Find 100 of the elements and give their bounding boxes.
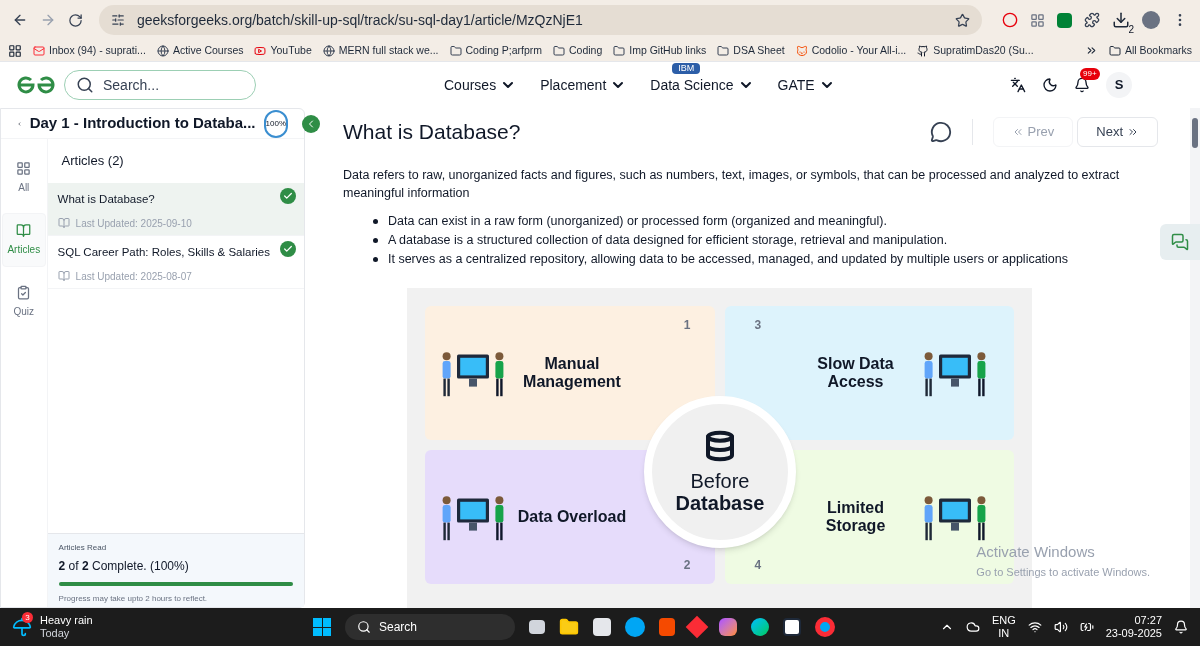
- reload-icon[interactable]: [68, 12, 83, 28]
- weather-subtitle: Today: [40, 627, 71, 640]
- back-icon[interactable]: [12, 12, 28, 28]
- panel-number: 4: [754, 556, 762, 574]
- ibm-badge: IBM: [672, 62, 701, 74]
- book-icon: [16, 223, 32, 238]
- translate-icon[interactable]: [1010, 77, 1026, 93]
- download-count: 2: [1128, 23, 1134, 37]
- book-icon: [57, 217, 70, 230]
- bullet-text: Data can exist in a raw form (unorganized) or processed form (organized and meaningful).: [388, 212, 887, 230]
- download-icon[interactable]: [1112, 11, 1130, 29]
- course-title: Day 1 - Introduction to Databa...: [29, 113, 256, 134]
- extensions-icon[interactable]: [1084, 12, 1100, 28]
- book-icon: [57, 270, 70, 283]
- site-info-icon[interactable]: [111, 13, 125, 27]
- article-list-item[interactable]: What is Database? Last Updated: 2025-09-10: [47, 182, 304, 236]
- folder-icon: [717, 44, 730, 57]
- dark-mode-icon[interactable]: [1042, 77, 1058, 93]
- panel-title: Slow Data Access: [816, 354, 895, 391]
- start-icon[interactable]: [313, 618, 331, 636]
- progress-heading: Articles Read: [58, 542, 107, 554]
- user-avatar[interactable]: S: [1106, 72, 1132, 98]
- address-bar[interactable]: geeksforgeeks.org/batch/skill-up-sql/track/su-sql-day1/article/MzQzNjE1: [99, 5, 982, 35]
- grid-icon: [16, 161, 32, 176]
- progress-note: Progress may take upto 2 hours to reflect.: [58, 593, 208, 605]
- search-field[interactable]: Search...: [64, 70, 256, 100]
- scrollbar-thumb[interactable]: [1192, 118, 1198, 148]
- language-indicator[interactable]: IN: [998, 627, 1010, 640]
- next-button[interactable]: Next: [1077, 116, 1158, 147]
- check-icon: [280, 240, 296, 257]
- bookmark-link[interactable]: Active Courses: [156, 42, 244, 59]
- clock-time[interactable]: 07:27: [1134, 614, 1162, 627]
- chat-icon: [1171, 233, 1189, 251]
- articles-heading: Articles (2): [60, 152, 125, 170]
- taskbar-search[interactable]: Search: [345, 614, 515, 640]
- nav-menu[interactable]: GATE: [777, 74, 835, 96]
- notification-icon[interactable]: [1174, 620, 1188, 634]
- globe-icon: [322, 44, 335, 57]
- bookmark-link[interactable]: Codolio - Your All-i...: [795, 42, 907, 59]
- folder-icon: [449, 44, 462, 57]
- nav-menu[interactable]: Placement: [540, 74, 627, 96]
- weather-title: Heavy rain: [40, 614, 93, 627]
- bookmark-link[interactable]: Coding P;arfprm: [449, 42, 542, 59]
- database-icon: [704, 429, 736, 462]
- all-bookmarks-link[interactable]: All Bookmarks: [1108, 42, 1192, 59]
- center-subtitle: Database: [675, 491, 765, 514]
- bookmark-link[interactable]: Imp GitHub links: [613, 42, 707, 59]
- bullet-icon: [373, 256, 378, 262]
- notification-badge: 99+: [1080, 68, 1100, 80]
- nav-menu[interactable]: Data Science: [650, 74, 754, 96]
- bookmark-link[interactable]: Inbox (94) - suprati...: [33, 42, 146, 59]
- bookmark-star-icon[interactable]: [955, 12, 970, 28]
- panel-number: 1: [683, 316, 691, 334]
- volume-icon[interactable]: [1053, 620, 1068, 634]
- weather-badge: 3: [22, 612, 33, 623]
- extension-icon[interactable]: [1002, 12, 1018, 28]
- panel-title: Limited Storage: [824, 498, 887, 535]
- wifi-icon[interactable]: [1027, 620, 1042, 634]
- bookmark-link[interactable]: YouTube: [254, 42, 312, 59]
- mail-icon: [33, 44, 45, 57]
- clipboard-icon: [16, 285, 32, 300]
- comment-icon[interactable]: [929, 120, 952, 143]
- language-indicator[interactable]: ENG: [991, 614, 1016, 627]
- bookmark-link[interactable]: MERN full stack we...: [322, 42, 439, 59]
- apps-icon[interactable]: [8, 43, 22, 58]
- center-title: Before: [690, 469, 750, 492]
- folder-icon: [553, 44, 565, 57]
- bookmark-link[interactable]: SupratimDas20 (Su...: [917, 42, 1034, 59]
- panel-number: 2: [683, 556, 691, 574]
- sidebar-tab[interactable]: All: [1, 151, 46, 205]
- umbrella-icon[interactable]: [12, 617, 32, 637]
- bullet-text: It serves as a centralized repository, allowing data to be accessed, managed, and updated by multiple users or applications: [388, 250, 1069, 268]
- notification-icon[interactable]: [1074, 77, 1090, 93]
- cloud-icon[interactable]: [965, 620, 980, 634]
- sidebar-tab[interactable]: Quiz: [1, 275, 46, 329]
- battery-icon[interactable]: [1079, 620, 1094, 634]
- nav-menu[interactable]: Courses: [444, 74, 517, 96]
- article-list-item[interactable]: SQL Career Path: Roles, Skills & Salaries Last Updated: 2025-08-07: [47, 235, 304, 289]
- bookmark-link[interactable]: Coding: [553, 42, 603, 59]
- chat-button[interactable]: [1160, 224, 1200, 260]
- extension-icon[interactable]: [1057, 12, 1072, 28]
- clock-date[interactable]: 23-09-2025: [1105, 627, 1162, 640]
- panel-number: 3: [754, 316, 762, 334]
- activation-subtitle: Go to Settings to activate Windows.: [976, 564, 1150, 580]
- progress-ring: 100%: [263, 109, 288, 138]
- collapse-button[interactable]: [302, 114, 320, 133]
- profile-avatar[interactable]: [1142, 11, 1160, 29]
- url-text: geeksforgeeks.org/batch/skill-up-sql/track/su-sql-day1/article/MzQzNjE1: [137, 10, 584, 30]
- panel-title: Manual Management: [522, 354, 622, 391]
- globe-icon: [156, 44, 169, 57]
- bullet-text: A database is a structured collection of data designed for efficient storage, retrieval and manipulation.: [388, 231, 948, 249]
- search-icon: [357, 620, 371, 634]
- folder-icon[interactable]: [559, 617, 579, 637]
- sidebar-tab[interactable]: Articles: [1, 213, 46, 267]
- extension-icon[interactable]: [1030, 12, 1045, 28]
- logo-icon[interactable]: [16, 75, 56, 95]
- panel-title: Data Overload: [517, 506, 627, 527]
- folder-icon: [1108, 44, 1121, 57]
- bookmark-link[interactable]: DSA Sheet: [717, 42, 785, 59]
- cat-icon: [795, 44, 808, 57]
